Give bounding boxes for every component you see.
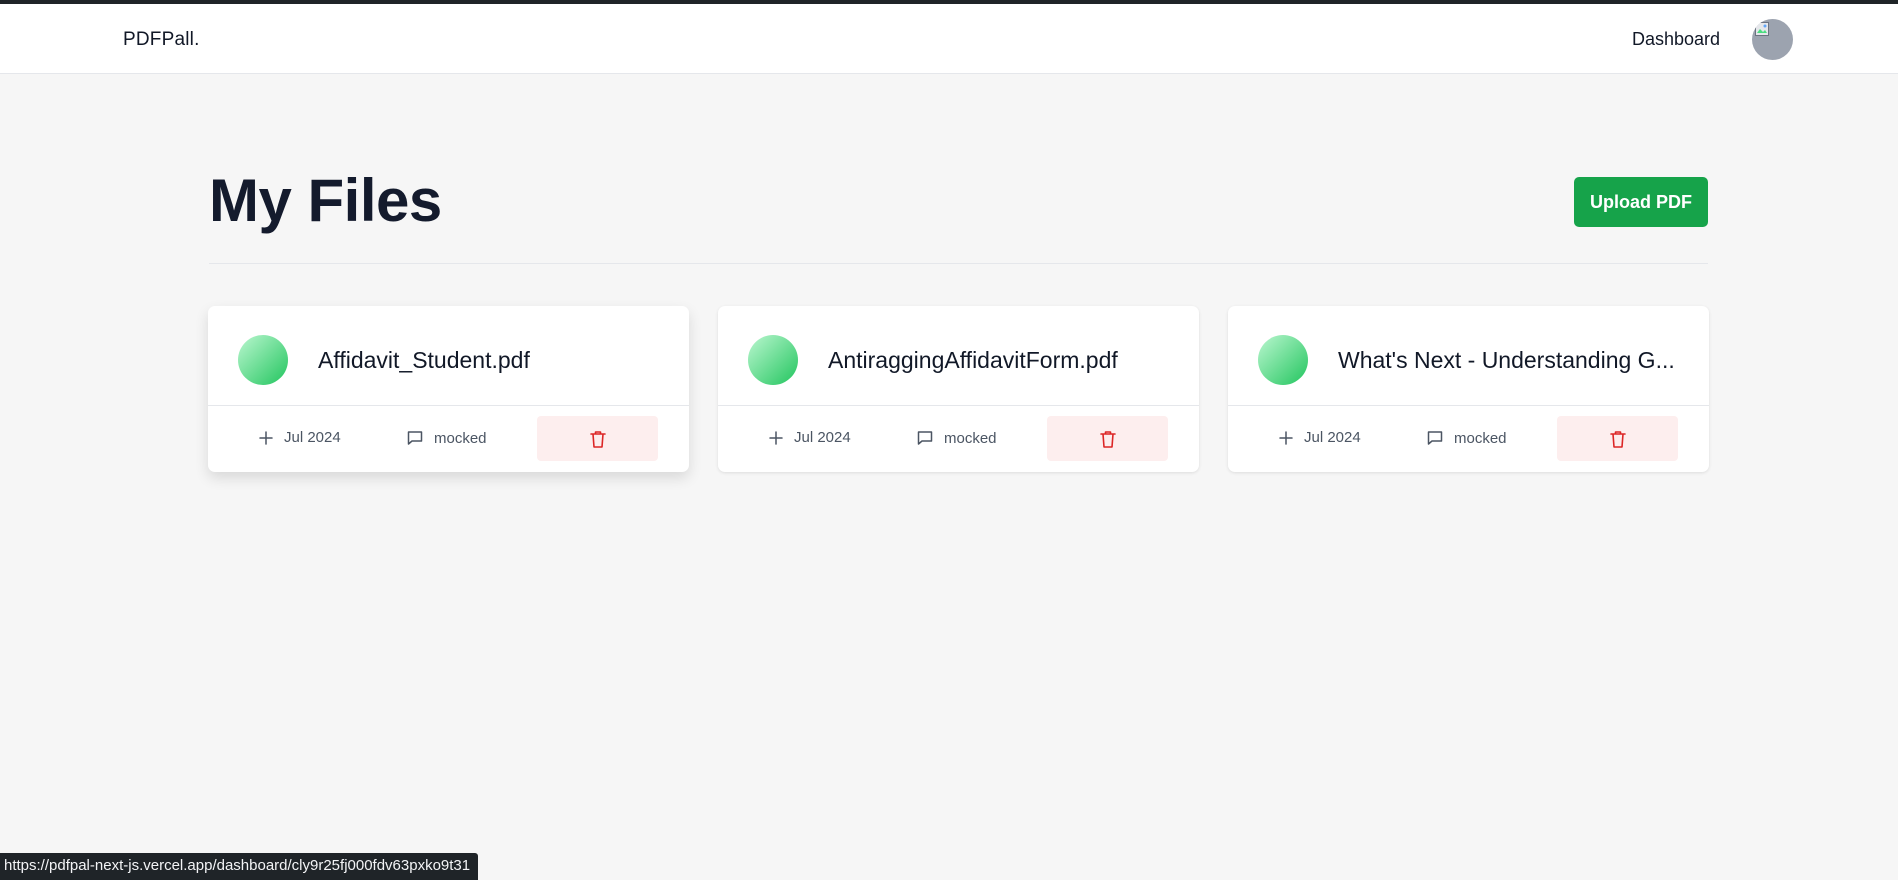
trash-icon (1099, 430, 1116, 448)
upload-pdf-button[interactable]: Upload PDF (1574, 177, 1708, 227)
file-avatar (748, 335, 798, 385)
delete-file-button[interactable] (537, 416, 658, 461)
file-avatar (238, 335, 288, 385)
brand-logo-link[interactable]: PDFPall. (123, 29, 200, 51)
file-messages-label: mocked (1454, 429, 1507, 447)
message-square-icon (407, 431, 423, 445)
broken-image-icon (1755, 22, 1769, 36)
main-content: My Files Upload PDF Affidavit_Student.pd… (0, 75, 1898, 880)
file-date-label: Jul 2024 (1304, 429, 1361, 446)
trash-icon (589, 430, 606, 448)
file-messages: mocked (406, 429, 487, 447)
page-title: My Files (209, 167, 442, 234)
file-name: Affidavit_Student.pdf (318, 347, 530, 373)
file-card: Affidavit_Student.pdf Jul 2024 mocked (208, 306, 689, 472)
title-divider (209, 263, 1708, 264)
plus-icon (259, 430, 273, 445)
nav-dashboard-link[interactable]: Dashboard (1632, 29, 1720, 50)
trash-icon (1609, 430, 1626, 448)
message-square-icon (1427, 431, 1443, 445)
file-avatar (1258, 335, 1308, 385)
message-square-icon (917, 431, 933, 445)
plus-icon (1279, 430, 1293, 445)
file-card: AntiraggingAffidavitForm.pdf Jul 2024 mo… (718, 306, 1199, 472)
file-date-label: Jul 2024 (284, 429, 341, 446)
status-bar-url: https://pdfpal-next-js.vercel.app/dashbo… (0, 853, 479, 880)
file-messages-label: mocked (944, 429, 997, 447)
file-date: Jul 2024 (258, 429, 341, 446)
file-date: Jul 2024 (1278, 429, 1361, 446)
card-divider (718, 405, 1199, 406)
navbar: PDFPall. Dashboard (0, 4, 1898, 74)
file-messages: mocked (1426, 429, 1507, 447)
card-divider (1228, 405, 1709, 406)
delete-file-button[interactable] (1047, 416, 1168, 461)
delete-file-button[interactable] (1557, 416, 1678, 461)
file-messages-label: mocked (434, 429, 487, 447)
file-name: What's Next - Understanding G... (1338, 347, 1675, 373)
file-card-link[interactable]: AntiraggingAffidavitForm.pdf (718, 306, 1199, 405)
file-messages: mocked (916, 429, 997, 447)
user-avatar-button[interactable] (1752, 19, 1793, 60)
file-name: AntiraggingAffidavitForm.pdf (828, 347, 1118, 373)
card-divider (208, 405, 689, 406)
plus-icon (769, 430, 783, 445)
file-date: Jul 2024 (768, 429, 851, 446)
file-card-link[interactable]: Affidavit_Student.pdf (208, 306, 689, 405)
file-date-label: Jul 2024 (794, 429, 851, 446)
file-card: What's Next - Understanding G... Jul 202… (1228, 306, 1709, 472)
file-card-link[interactable]: What's Next - Understanding G... (1228, 306, 1709, 405)
